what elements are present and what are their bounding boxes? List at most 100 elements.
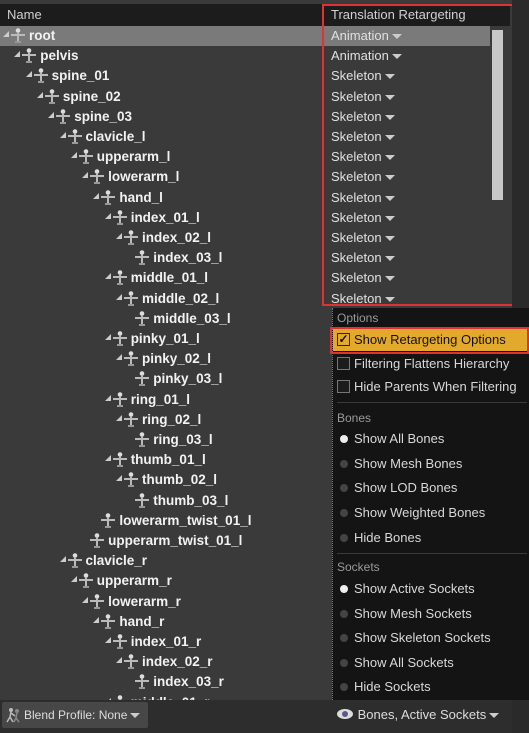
retargeting-dropdown[interactable]: Skeleton [331,68,395,83]
bone-name: spine_01 [51,68,110,84]
bone-row-middle_01_l[interactable]: middle_01_l Skeleton [0,268,490,288]
expand-arrow-icon[interactable] [93,192,100,199]
bone-row-spine_03[interactable]: spine_03 Skeleton [0,107,490,127]
expand-arrow-icon[interactable] [104,637,111,643]
retargeting-dropdown[interactable]: Skeleton [331,291,395,306]
expand-arrow-icon[interactable] [116,293,122,300]
retargeting-dropdown[interactable]: Skeleton [331,149,395,164]
expand-arrow-icon[interactable] [93,616,100,623]
expand-arrow-icon[interactable] [59,556,66,563]
bone-icon [22,48,37,64]
radio-button[interactable] [340,585,348,593]
radio-button[interactable] [340,658,348,667]
menu-item-hide-parents-when-filtering[interactable]: Hide Parents When Filtering [333,376,529,398]
retargeting-dropdown[interactable]: Animation [331,28,402,43]
radio-button[interactable] [340,533,348,542]
retargeting-dropdown[interactable]: Skeleton [331,270,395,285]
expand-arrow-icon[interactable] [59,132,66,138]
bone-row-middle_02_l[interactable]: middle_02_l Skeleton [0,289,490,309]
menu-item-label: Show All Sockets [354,654,454,670]
menu-item-hide-sockets[interactable]: Hide Sockets [333,676,529,698]
expand-arrow-icon[interactable] [116,475,122,482]
expand-arrow-icon[interactable] [116,233,122,239]
radio-button[interactable] [340,609,348,618]
retargeting-dropdown[interactable]: Skeleton [331,109,395,124]
bone-row-spine_02[interactable]: spine_02 Skeleton [0,87,490,107]
menu-item-filtering-flattens-hierarchy[interactable]: Filtering Flattens Hierarchy [333,353,529,375]
expand-arrow-icon[interactable] [36,91,43,98]
bone-row-index_01_l[interactable]: index_01_l Skeleton [0,208,490,228]
blend-profile-dropdown[interactable]: Blend Profile: None [2,702,148,728]
expand-arrow-icon[interactable] [70,576,77,583]
expand-arrow-icon[interactable] [104,273,111,280]
column-divider[interactable] [322,4,323,26]
bone-icon [124,290,138,307]
expand-arrow-icon[interactable] [3,31,9,37]
retargeting-dropdown[interactable]: Skeleton [331,210,395,225]
menu-item-show-all-sockets[interactable]: Show All Sockets [333,652,529,674]
retargeting-dropdown[interactable]: Skeleton [331,190,395,205]
menu-item-show-mesh-sockets[interactable]: Show Mesh Sockets [333,603,529,625]
expand-arrow-icon[interactable] [104,212,111,219]
expand-arrow-icon[interactable] [25,71,32,78]
bone-row-upperarm_l[interactable]: upperarm_l Skeleton [0,147,490,167]
bone-name: middle_01_l [130,270,208,286]
bone-icon [90,169,105,185]
expand-arrow-icon[interactable] [104,334,111,340]
bone-icon [112,209,127,226]
radio-button[interactable] [340,683,348,692]
expand-arrow-icon[interactable] [104,455,111,462]
bone-row-root[interactable]: root Animation [0,26,490,47]
expand-arrow-icon[interactable] [116,414,122,421]
menu-item-hide-bones[interactable]: Hide Bones [333,527,529,549]
scrollbar[interactable] [492,30,503,200]
expand-arrow-icon[interactable] [70,152,77,159]
retargeting-dropdown[interactable]: Skeleton [331,129,395,144]
menu-item-label: Hide Parents When Filtering [354,379,517,394]
radio-button[interactable] [340,435,348,443]
menu-item-label: Hide Bones [354,529,422,545]
bone-row-hand_l[interactable]: hand_l Skeleton [0,188,490,208]
menu-item-label: Show Skeleton Sockets [354,630,491,646]
menu-item-show-skeleton-sockets[interactable]: Show Skeleton Sockets [333,627,529,649]
visibility-dropdown[interactable]: Bones, Active Sockets [336,707,499,722]
retargeting-dropdown[interactable]: Skeleton [331,230,395,245]
radio-button[interactable] [340,484,348,493]
retargeting-dropdown[interactable]: Animation [331,48,402,63]
expand-arrow-icon[interactable] [116,354,122,361]
expand-arrow-icon[interactable] [116,657,122,664]
expand-arrow-icon[interactable] [48,111,55,118]
bone-name: index_03_l [153,250,223,266]
bone-row-lowerarm_l[interactable]: lowerarm_l Skeleton [0,167,490,187]
menu-item-label: Show Mesh Bones [354,455,463,471]
menu-item-show-active-sockets[interactable]: Show Active Sockets [333,578,529,600]
menu-item-show-all-bones[interactable]: Show All Bones [333,428,529,450]
retargeting-dropdown[interactable]: Skeleton [331,89,395,104]
translation-retargeting-column-header[interactable]: Translation Retargeting [331,7,466,22]
bone-row-spine_01[interactable]: spine_01 Skeleton [0,66,490,86]
retargeting-dropdown[interactable]: Skeleton [331,169,395,184]
bone-row-pelvis[interactable]: pelvis Animation [0,46,490,66]
expand-arrow-icon[interactable] [82,172,89,179]
bone-row-index_03_l[interactable]: index_03_l Skeleton [0,248,490,268]
bone-row-index_02_l[interactable]: index_02_l Skeleton [0,228,490,248]
retargeting-dropdown[interactable]: Skeleton [331,250,395,265]
checkbox[interactable] [337,380,350,393]
radio-button[interactable] [340,509,348,518]
bone-icon [112,270,127,286]
expand-arrow-icon[interactable] [82,596,89,603]
radio-button[interactable] [340,634,348,643]
radio-button[interactable] [340,459,348,468]
bone-row-clavicle_l[interactable]: clavicle_l Skeleton [0,127,490,147]
bottom-toolbar: Blend Profile: None Bones, Active Socket… [0,700,512,733]
checkbox[interactable] [337,356,350,370]
menu-item-show-weighted-bones[interactable]: Show Weighted Bones [333,502,529,524]
name-column-header[interactable]: Name [7,7,42,22]
expand-arrow-icon[interactable] [14,51,21,58]
bone-icon [124,351,138,367]
expand-arrow-icon[interactable] [104,394,111,401]
menu-item-show-lod-bones[interactable]: Show LOD Bones [333,477,529,499]
menu-item-show-mesh-bones[interactable]: Show Mesh Bones [333,453,529,475]
bone-icon [124,472,138,488]
bone-icon [67,553,82,569]
